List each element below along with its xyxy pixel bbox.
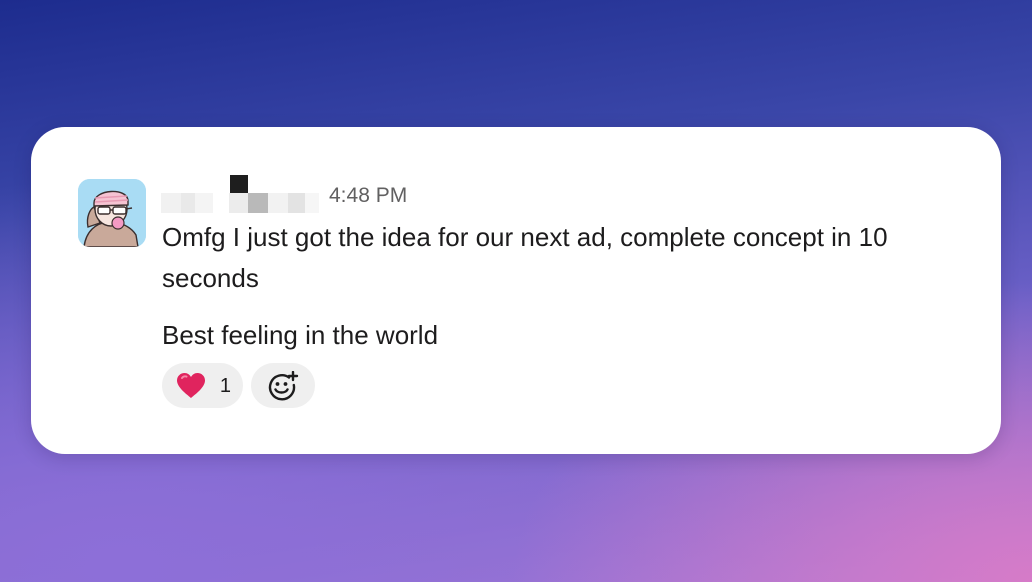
reaction-count: 1: [219, 374, 231, 397]
avatar-illustration: [78, 179, 146, 247]
message-card: 4:48 PM Omfg I just got the idea for our…: [31, 127, 1001, 454]
message-text: Omfg I just got the idea for our next ad…: [162, 222, 888, 293]
add-reaction-icon: [268, 370, 299, 400]
heart-emoji-icon: [177, 373, 205, 398]
message-body: Omfg I just got the idea for our next ad…: [162, 217, 982, 356]
timestamp[interactable]: 4:48 PM: [329, 183, 407, 209]
avatar[interactable]: [78, 179, 146, 247]
add-reaction-button[interactable]: [251, 363, 315, 408]
message-text: Best feeling in the world: [162, 320, 439, 350]
message-header: 4:48 PM: [161, 175, 561, 215]
reaction-heart-button[interactable]: 1: [162, 363, 243, 408]
author-name-redacted[interactable]: [161, 175, 321, 215]
